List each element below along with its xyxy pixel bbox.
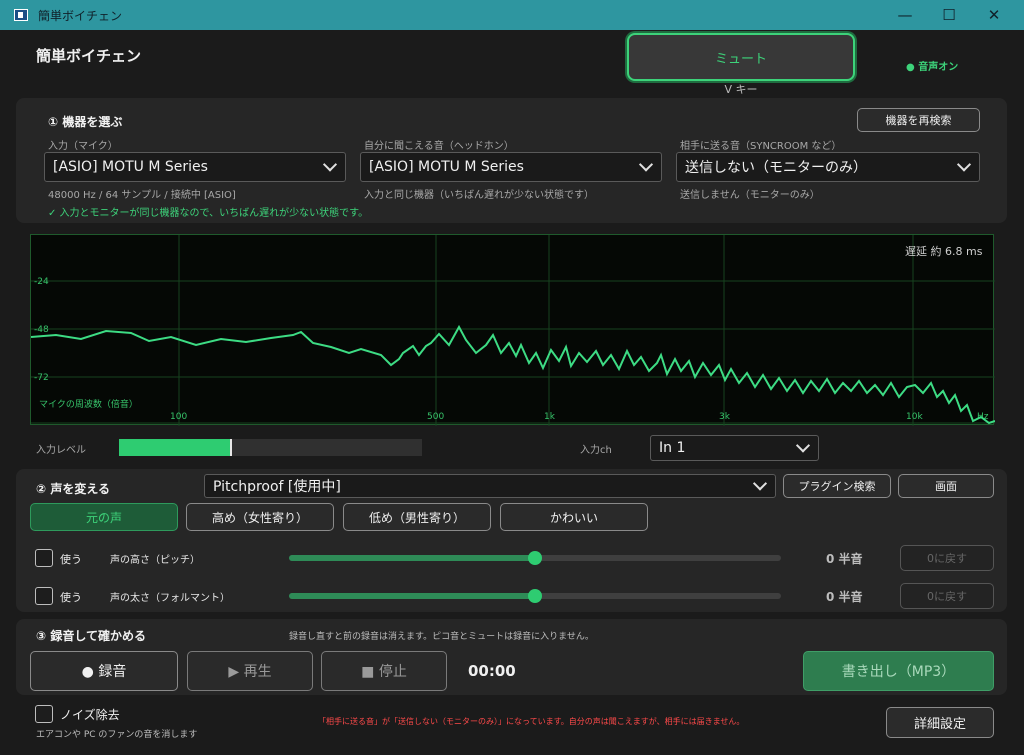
input-channel-select[interactable]: In 1 — [650, 435, 819, 461]
input-device-note: ✓ 入力とモニターが同じ機器なので、いちばん遅れが少ない状態です。 — [48, 208, 369, 219]
device-section-title: ① 機器を選ぶ — [48, 115, 123, 129]
stop-button[interactable]: ■ 停止 — [321, 651, 447, 691]
spectrum-label: マイクの周波数（倍音） — [39, 398, 138, 410]
mute-shortcut-hint: V キー — [724, 83, 758, 96]
send-device-label: 相手に送る音（SYNCROOM など） — [680, 141, 842, 152]
input-level-fill — [119, 439, 231, 456]
mute-button[interactable]: ミュート — [627, 33, 855, 81]
chevron-down-icon — [956, 157, 972, 172]
record-section-title: ③ 録音して確かめる — [36, 629, 146, 643]
input-device-info: 48000 Hz / 64 サンプル / 接続中 [ASIO] — [48, 190, 236, 201]
latency-readout: 遅延 約 6.8 ms — [905, 244, 983, 258]
pitch-value: 0 半音 — [826, 552, 863, 566]
advanced-settings-button[interactable]: 詳細設定 — [886, 707, 994, 738]
input-level-label: 入力レベル — [36, 445, 86, 456]
plugin-value: Pitchproof [使用中] — [213, 479, 341, 495]
formant-label: 声の太さ（フォルマント） — [110, 593, 230, 604]
voice-section-title: ② 声を変える — [36, 482, 110, 496]
monitor-device-value: [ASIO] MOTU M Series — [369, 159, 524, 175]
pitch-slider-thumb[interactable] — [528, 551, 542, 565]
formant-slider-fill — [289, 593, 535, 599]
preset-cute[interactable]: かわいい — [500, 503, 648, 531]
voice-status-indicator: ● 音声オン — [906, 62, 959, 73]
chevron-down-icon — [795, 438, 811, 453]
chevron-down-icon — [752, 476, 768, 491]
preset-higher[interactable]: 高め（女性寄り） — [186, 503, 334, 531]
input-device-label: 入力（マイク） — [48, 141, 118, 152]
spectrum-analyzer: -24 -48 -72 100 500 1k 3k 10k Hz マイクの周波数… — [30, 234, 995, 426]
close-button[interactable]: ✕ — [971, 0, 1017, 30]
title-bar[interactable]: 簡単ボイチェン — ☐ ✕ — [0, 0, 1024, 30]
x-tick-label: 3k — [719, 412, 731, 422]
rescan-devices-button[interactable]: 機器を再検索 — [857, 108, 980, 132]
formant-slider[interactable] — [289, 589, 781, 603]
send-device-select[interactable]: 送信しない（モニターのみ） — [676, 152, 980, 182]
plugin-screen-button[interactable]: 画面 — [898, 474, 994, 498]
chevron-down-icon — [638, 157, 654, 172]
send-warning: 「相手に送る音」が「送信しない（モニターのみ）」になっています。自分の声は聞こえ… — [318, 717, 745, 726]
input-channel-value: In 1 — [659, 440, 686, 456]
input-channel-label: 入力ch — [580, 445, 612, 456]
pitch-use-checkbox[interactable] — [35, 549, 53, 567]
monitor-device-select[interactable]: [ASIO] MOTU M Series — [360, 152, 662, 182]
app-icon — [14, 9, 28, 21]
input-device-value: [ASIO] MOTU M Series — [53, 159, 208, 175]
formant-reset-button[interactable]: 0に戻す — [900, 583, 994, 609]
pitch-slider-fill — [289, 555, 535, 561]
input-level-meter — [119, 439, 422, 456]
maximize-button[interactable]: ☐ — [926, 0, 972, 30]
record-note: 録音し直すと前の録音は消えます。ピコ音とミュートは録音に入りません。 — [289, 632, 594, 642]
window-title: 簡単ボイチェン — [38, 9, 123, 23]
noise-reduction-sub: エアコンや PC のファンの音を消します — [36, 730, 198, 740]
record-button[interactable]: ● 録音 — [30, 651, 178, 691]
send-device-info: 送信しません（モニターのみ） — [680, 190, 820, 201]
formant-slider-thumb[interactable] — [528, 589, 542, 603]
pitch-label: 声の高さ（ピッチ） — [110, 555, 200, 566]
formant-use-checkbox[interactable] — [35, 587, 53, 605]
preset-original[interactable]: 元の声 — [30, 503, 178, 531]
x-tick-label: 500 — [427, 412, 444, 422]
preset-lower[interactable]: 低め（男性寄り） — [343, 503, 491, 531]
formant-use-label: 使う — [60, 591, 82, 604]
y-tick-label: -72 — [34, 373, 49, 383]
spectrum-graph: -24 -48 -72 100 500 1k 3k 10k Hz マイクの周波数… — [31, 235, 995, 426]
x-tick-label: 1k — [544, 412, 556, 422]
send-device-value: 送信しない（モニターのみ） — [685, 160, 867, 176]
record-time: 00:00 — [468, 662, 516, 680]
pitch-use-label: 使う — [60, 553, 82, 566]
spectrum-curve — [31, 324, 995, 425]
play-button[interactable]: ▶ 再生 — [187, 651, 313, 691]
y-tick-label: -24 — [34, 277, 49, 287]
formant-value: 0 半音 — [826, 590, 863, 604]
plugin-select[interactable]: Pitchproof [使用中] — [204, 474, 776, 498]
noise-reduction-label: ノイズ除去 — [60, 708, 120, 722]
y-tick-label: -48 — [34, 325, 49, 335]
app-title: 簡単ボイチェン — [36, 47, 142, 65]
plugin-search-button[interactable]: プラグイン検索 — [783, 474, 891, 498]
pitch-reset-button[interactable]: 0に戻す — [900, 545, 994, 571]
noise-reduction-checkbox[interactable] — [35, 705, 53, 723]
x-tick-label: 10k — [906, 412, 923, 422]
export-mp3-button[interactable]: 書き出し（MP3） — [803, 651, 994, 691]
minimize-button[interactable]: — — [882, 0, 928, 30]
input-device-select[interactable]: [ASIO] MOTU M Series — [44, 152, 346, 182]
input-level-peak — [230, 439, 232, 456]
monitor-device-label: 自分に聞こえる音（ヘッドホン） — [364, 141, 514, 152]
chevron-down-icon — [322, 157, 338, 172]
x-tick-label: 100 — [170, 412, 187, 422]
pitch-slider[interactable] — [289, 551, 781, 565]
monitor-device-info: 入力と同じ機器（いちばん遅れが少ない状態です） — [364, 190, 594, 201]
